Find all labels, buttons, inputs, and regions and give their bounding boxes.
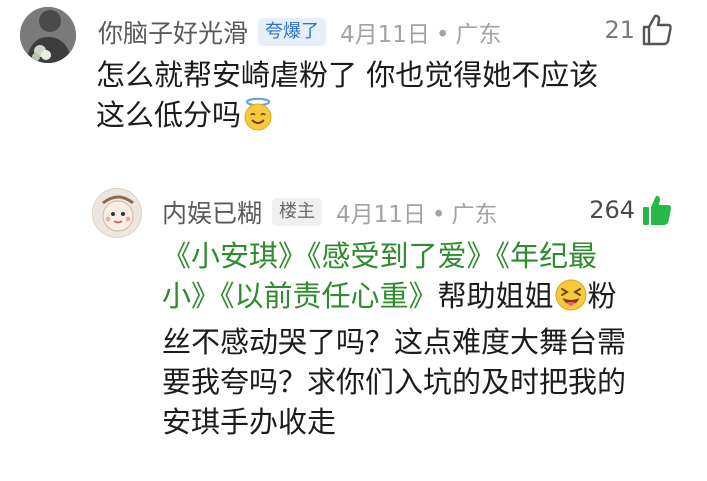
avatar-image [20,7,76,63]
comment-text-fragment: 粉 [587,279,617,313]
comment-text-fragment: 这么低分吗 [96,98,242,132]
comment-text-line: 《小安琪》《感受到了爱》《年纪最 [162,236,682,276]
like-button[interactable]: 264 [589,190,673,230]
comment-text-line: 丝不感动哭了吗？这点难度大舞台需 [162,325,627,359]
comment-text: 《小安琪》《感受到了爱》《年纪最 小》《以前责任心重》帮助姐姐 粉 丝不感动哭了… [162,236,682,442]
comment-text-line: 这么低分吗 [96,95,686,141]
reply-item: 内娱已糊 楼主 4月11日 • 广东 264 《小安琪》《感受到了爱》《年纪最 小》… [0,180,707,480]
quoted-tag-link[interactable]: 《感受到了爱》 [307,239,496,273]
comment-location: 广东 [455,22,502,48]
comment-text-line: 小》《以前责任心重》帮助姐姐 粉 [162,276,682,322]
comment-meta: 4月11日 • 广东 [336,195,497,229]
comment-item: 你脑子好光滑 夸爆了 4月11日 • 广东 21 怎么就帮安崎虐粉了 你也觉得她不应… [0,0,707,160]
avatar[interactable] [92,188,142,238]
comment-text-fragment: 帮助姐姐 [437,279,554,313]
thumbs-up-outline-icon [642,14,672,46]
username[interactable]: 内娱已糊 [162,194,262,230]
comment-text: 怎么就帮安崎虐粉了 你也觉得她不应该 这么低分吗 [96,55,686,141]
like-count: 21 [604,16,635,44]
username[interactable]: 你脑子好光滑 [98,14,248,50]
quoted-tag-link[interactable]: 小》 [162,279,220,313]
separator-dot: • [431,202,446,228]
comment-meta: 4月11日 • 广东 [340,15,501,49]
comment-date: 4月11日 [340,22,430,48]
comment-text-line: 怎么就帮安崎虐粉了 你也觉得她不应该 [96,58,599,92]
like-button[interactable]: 21 [604,10,673,50]
thumbs-up-filled-icon [643,195,672,225]
halo-smile-emoji-icon [241,97,275,141]
separator-dot: • [435,22,450,48]
avatar-image [93,189,141,237]
comment-text-line: 要我夸吗？求你们入坑的及时把我的 [162,365,627,399]
comment-location: 广东 [451,202,498,228]
op-badge: 楼主 [272,198,323,226]
avatar[interactable] [20,7,76,63]
tongue-out-emoji-icon [554,278,588,322]
comment-date: 4月11日 [336,202,426,228]
praise-badge: 夸爆了 [258,18,327,46]
comment-text-line: 安琪手办收走 [162,405,337,439]
quoted-tag-link[interactable]: 《年纪最 [496,239,598,273]
quoted-tag-link[interactable]: 《以前责任心重》 [220,279,438,313]
quoted-tag-link[interactable]: 《小安琪》 [162,239,307,273]
like-count: 264 [589,196,635,224]
